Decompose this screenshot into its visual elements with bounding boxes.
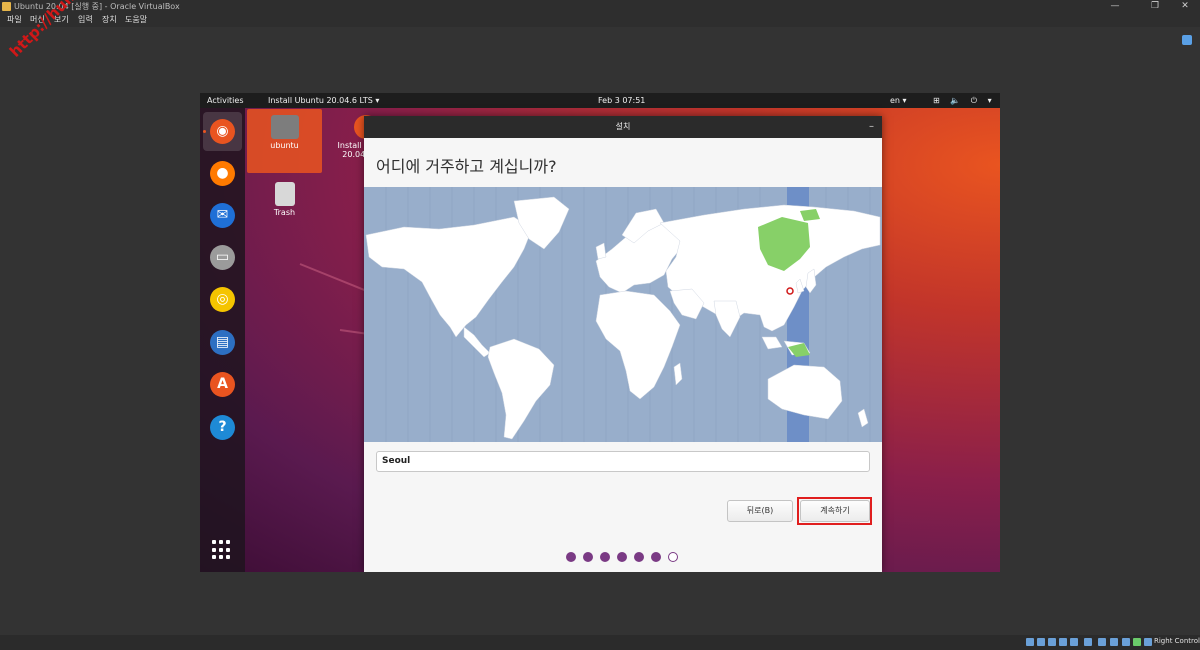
restore-button[interactable]: ❐ [1140, 0, 1170, 13]
progress-dot [600, 552, 610, 562]
host-statusbar: Right Control [0, 635, 1200, 650]
progress-dot [617, 552, 627, 562]
back-button[interactable]: 뒤로(B) [727, 500, 793, 522]
thunderbird-icon: ✉ [210, 203, 235, 228]
progress-dot [634, 552, 644, 562]
audio-icon[interactable] [1048, 638, 1056, 646]
desktop-icon-label: Trash [273, 208, 296, 217]
recording-icon[interactable] [1110, 638, 1118, 646]
installer-titlebar: 설치 – [364, 116, 882, 138]
dock-item[interactable]: ◉ [203, 112, 242, 151]
desktop-icon-home[interactable]: ubuntu [247, 109, 322, 173]
desktop-icon-trash[interactable]: Trash [247, 176, 322, 224]
running-indicator [203, 130, 206, 133]
network-icon[interactable] [1059, 638, 1067, 646]
dock-item[interactable]: ● [203, 154, 242, 193]
ubuntu-software-icon: A [210, 372, 235, 397]
keyboard-icon[interactable] [1144, 638, 1152, 646]
app-menu[interactable]: Install Ubuntu 20.04.6 LTS ▾ [268, 93, 379, 108]
firefox-icon: ● [210, 161, 235, 186]
system-menu[interactable]: ⊞ 🔈 ⏻ ▾ [933, 93, 996, 108]
vm-screen[interactable]: Activities Install Ubuntu 20.04.6 LTS ▾ … [200, 93, 1000, 572]
host-titlebar: Ubuntu 20.04 [실행 중] - Oracle VirtualBox … [0, 0, 1200, 13]
gnome-topbar: Activities Install Ubuntu 20.04.6 LTS ▾ … [200, 93, 1000, 108]
page-title: 어디에 거주하고 계십니까? [376, 157, 557, 176]
close-button[interactable]: ✕ [1170, 0, 1200, 13]
menu-input[interactable]: 입력 [78, 13, 93, 27]
optical-drive-icon[interactable] [1037, 638, 1045, 646]
host-menubar: 파일 머신 보기 입력 장치 도움말 [0, 13, 1200, 27]
help-icon: ? [210, 415, 235, 440]
rhythmbox-icon: ◎ [210, 287, 235, 312]
shared-folders-icon[interactable] [1084, 638, 1092, 646]
input-language-selector[interactable]: en ▾ [890, 93, 907, 108]
city-marker-icon [786, 287, 794, 295]
annotation-highlight-box [797, 497, 872, 525]
display-icon[interactable] [1098, 638, 1106, 646]
host-window-title: Ubuntu 20.04 [실행 중] - Oracle VirtualBox [14, 2, 180, 11]
menu-file[interactable]: 파일 [7, 13, 22, 27]
progress-dot [583, 552, 593, 562]
cpu-icon[interactable] [1122, 638, 1130, 646]
installer-title: 설치 [615, 122, 631, 131]
virtualbox-app-icon [2, 2, 11, 11]
menu-help[interactable]: 도움말 [125, 13, 147, 27]
desktop-icon-label: ubuntu [270, 141, 299, 150]
dock-item[interactable]: ✉ [203, 196, 242, 235]
world-map-graphic [365, 187, 881, 442]
host-key-label: Right Control [1154, 637, 1200, 645]
ubuntu-installer-icon: ◉ [210, 119, 235, 144]
installer-content: 어디에 거주하고 계십니까? Seoul 뒤로(B) 계속하기 [364, 138, 882, 572]
dock-item[interactable]: ? [203, 408, 242, 447]
dock-item[interactable]: ◎ [203, 280, 242, 319]
activities-button[interactable]: Activities [207, 93, 244, 108]
dock-item[interactable]: A [203, 365, 242, 404]
notification-icon[interactable] [1182, 35, 1192, 45]
minimize-button[interactable]: — [1100, 0, 1130, 13]
trash-icon [274, 182, 295, 206]
timezone-map[interactable] [364, 187, 882, 442]
libreoffice-writer-icon: ▤ [210, 330, 235, 355]
progress-dot [651, 552, 661, 562]
installer-minimize-button[interactable]: – [869, 116, 874, 138]
dock-item[interactable]: ▭ [203, 238, 242, 277]
menu-devices[interactable]: 장치 [102, 13, 117, 27]
dock-item[interactable]: ▤ [203, 323, 242, 362]
show-applications-icon[interactable] [212, 540, 232, 560]
files-icon: ▭ [210, 245, 235, 270]
progress-dot [668, 552, 678, 562]
installer-window: 설치 – 어디에 거주하고 계십니까? Seoul 뒤로(B) 계속하기 [364, 116, 882, 572]
clock[interactable]: Feb 3 07:51 [598, 93, 645, 108]
hard-disk-icon[interactable] [1026, 638, 1034, 646]
mouse-integration-icon[interactable] [1133, 638, 1141, 646]
timezone-input[interactable]: Seoul [376, 451, 870, 472]
dock: ◉ ● ✉ ▭ ◎ ▤ A? [200, 108, 245, 572]
usb-icon[interactable] [1070, 638, 1078, 646]
home-folder-icon [270, 115, 299, 139]
progress-dot [566, 552, 576, 562]
